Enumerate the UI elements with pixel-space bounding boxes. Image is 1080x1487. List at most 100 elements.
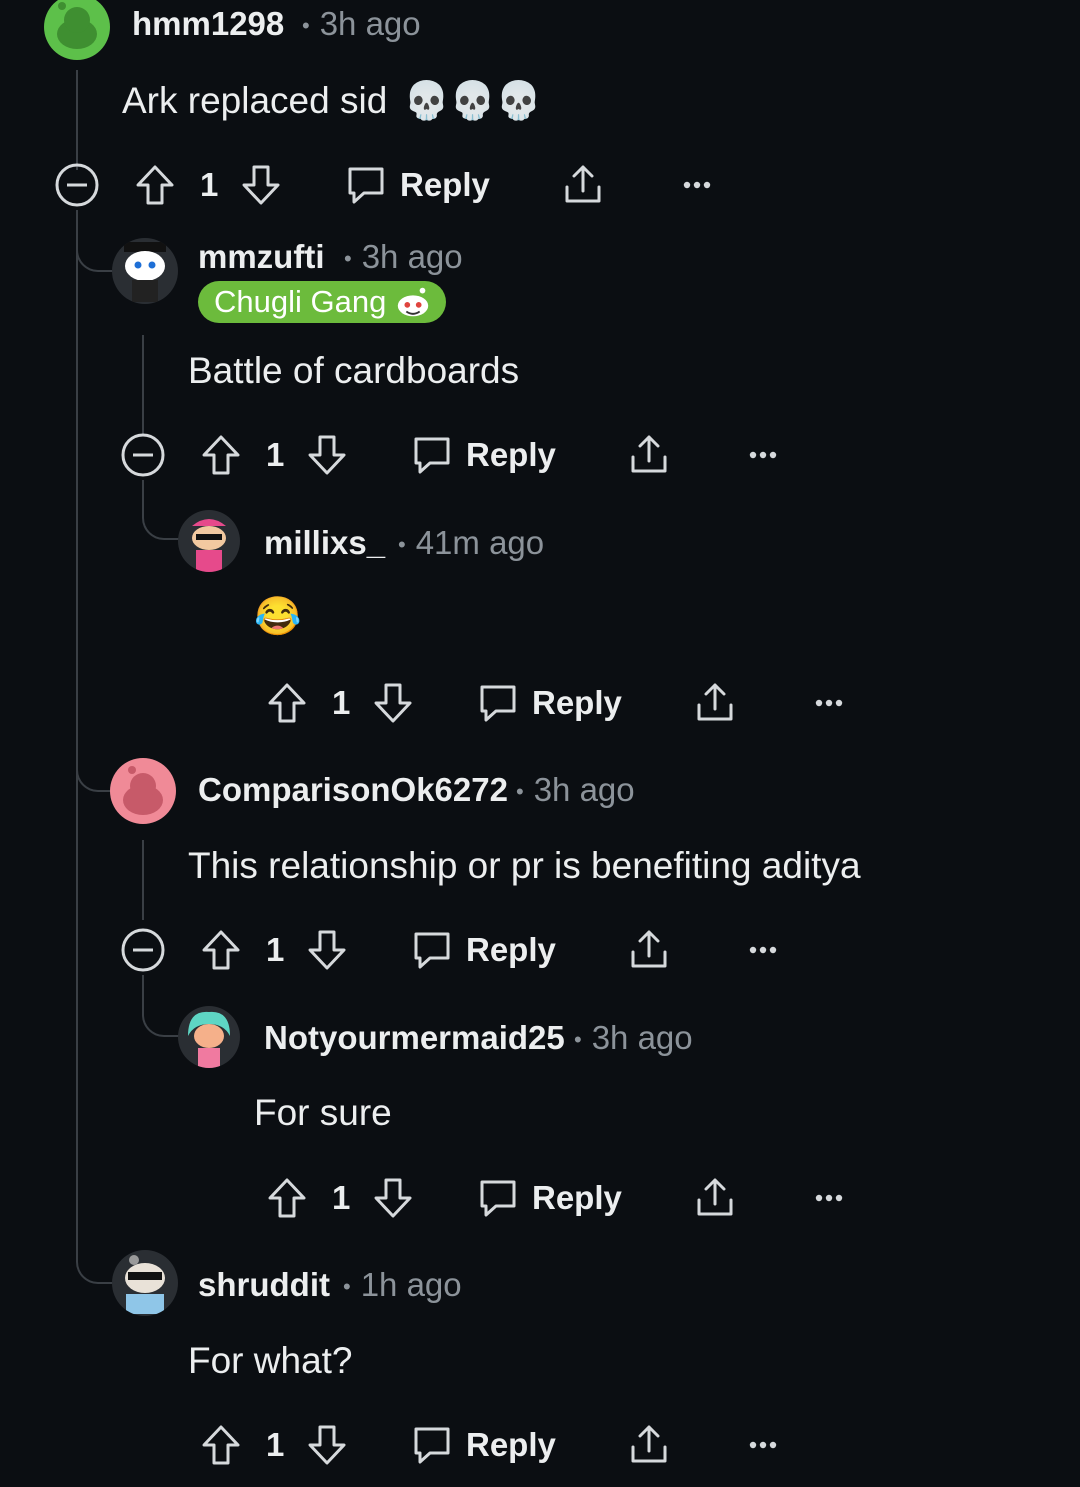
comment-timestamp: • 3h ago	[574, 1019, 693, 1057]
share-icon[interactable]	[626, 1422, 672, 1468]
comment-username[interactable]: ComparisonOk6272	[198, 771, 508, 809]
comment-body: This relationship or pr is benefiting ad…	[188, 845, 861, 886]
thread-connector	[76, 230, 114, 272]
thread-line-level1	[142, 335, 144, 435]
reply-button[interactable]: Reply	[410, 1422, 556, 1468]
avatar[interactable]	[178, 1006, 240, 1068]
comment-time: 3h ago	[319, 5, 421, 42]
more-dots-icon[interactable]	[740, 432, 786, 478]
upvote-arrow-icon[interactable]	[132, 162, 178, 208]
more-dots-icon[interactable]	[806, 1175, 852, 1221]
comment-timestamp: • 41m ago	[398, 524, 544, 562]
comment-text: Ark replaced sid	[122, 80, 388, 121]
comment-timestamp: • 3h ago	[302, 5, 421, 43]
reply-bubble-icon	[414, 932, 450, 969]
comment-time: 1h ago	[360, 1266, 462, 1303]
comment-timestamp: • 3h ago	[344, 238, 463, 276]
reply-button[interactable]: Reply	[476, 1175, 622, 1221]
downvote-arrow-icon[interactable]	[304, 1422, 350, 1468]
avatar[interactable]	[112, 238, 178, 304]
reply-label: Reply	[466, 931, 556, 968]
reply-label: Reply	[400, 166, 490, 203]
comment-actions: 1 Reply	[120, 432, 800, 482]
downvote-arrow-icon[interactable]	[304, 927, 350, 973]
thread-connector	[142, 975, 180, 1037]
meta-separator: •	[516, 779, 524, 805]
upvote-arrow-icon[interactable]	[264, 1175, 310, 1221]
comment-username[interactable]: mmzufti	[198, 238, 325, 276]
comment-body: For sure	[254, 1092, 392, 1133]
flair-text: Chugli Gang	[214, 284, 387, 319]
avatar[interactable]	[178, 510, 240, 572]
avatar[interactable]	[112, 1250, 178, 1316]
avatar[interactable]	[110, 758, 176, 824]
reply-label: Reply	[532, 684, 622, 721]
meta-separator: •	[344, 246, 352, 272]
vote-count: 1	[266, 436, 285, 473]
reply-bubble-icon	[480, 685, 516, 722]
comment-actions: 1 Reply	[120, 927, 800, 977]
downvote-arrow-icon[interactable]	[304, 432, 350, 478]
comment-time: 3h ago	[361, 238, 463, 275]
comment-body: Battle of cardboards	[188, 350, 520, 391]
thread-line-root	[76, 70, 78, 170]
thread-line-level1	[142, 840, 144, 920]
meta-separator: •	[574, 1027, 582, 1053]
upvote-arrow-icon[interactable]	[264, 680, 310, 726]
share-icon[interactable]	[560, 162, 606, 208]
collapse-minus-icon[interactable]	[54, 162, 100, 208]
comment-actions: 1 Reply	[54, 162, 734, 212]
downvote-arrow-icon[interactable]	[238, 162, 284, 208]
reply-bubble-icon	[348, 167, 384, 204]
reply-label: Reply	[466, 436, 556, 473]
upvote-arrow-icon[interactable]	[198, 1422, 244, 1468]
comment-username[interactable]: Notyourmermaid25	[264, 1019, 565, 1057]
downvote-arrow-icon[interactable]	[370, 680, 416, 726]
share-icon[interactable]	[692, 1175, 738, 1221]
comment-time: 3h ago	[533, 771, 635, 808]
snoo-icon	[398, 287, 429, 317]
comment-time: 3h ago	[591, 1019, 693, 1056]
meta-separator: •	[398, 532, 406, 558]
more-dots-icon[interactable]	[740, 1422, 786, 1468]
share-icon[interactable]	[692, 680, 738, 726]
skull-emoji: 💀💀💀	[403, 80, 542, 121]
collapse-minus-icon[interactable]	[120, 927, 166, 973]
comment-actions: 1 Reply	[186, 1175, 866, 1225]
reply-bubble-icon	[414, 437, 450, 474]
reply-button[interactable]: Reply	[410, 432, 556, 478]
more-dots-icon[interactable]	[806, 680, 852, 726]
comment-username[interactable]: millixs_	[264, 524, 385, 562]
comment-time: 41m ago	[415, 524, 545, 561]
avatar[interactable]	[44, 0, 110, 60]
share-icon[interactable]	[626, 432, 672, 478]
user-flair: Chugli Gang	[198, 281, 447, 323]
meta-separator: •	[343, 1274, 351, 1300]
reply-label: Reply	[466, 1426, 556, 1463]
reply-bubble-icon	[480, 1180, 516, 1217]
reply-button[interactable]: Reply	[410, 927, 556, 973]
vote-count: 1	[332, 1179, 351, 1216]
comment-username[interactable]: shruddit	[198, 1266, 330, 1304]
upvote-arrow-icon[interactable]	[198, 927, 244, 973]
share-icon[interactable]	[626, 927, 672, 973]
reply-button[interactable]: Reply	[344, 162, 490, 208]
comment-username[interactable]: hmm1298	[132, 5, 284, 43]
comment-timestamp: • 1h ago	[343, 1266, 462, 1304]
downvote-arrow-icon[interactable]	[370, 1175, 416, 1221]
upvote-arrow-icon[interactable]	[198, 432, 244, 478]
thread-line-root	[76, 210, 78, 1250]
meta-separator: •	[302, 13, 310, 39]
comment-body: For what?	[188, 1340, 353, 1381]
comment-actions: 1 Reply	[120, 1422, 800, 1472]
reply-button[interactable]: Reply	[476, 680, 622, 726]
more-dots-icon[interactable]	[740, 927, 786, 973]
comment-timestamp: • 3h ago	[516, 771, 635, 809]
reply-bubble-icon	[414, 1427, 450, 1464]
more-dots-icon[interactable]	[674, 162, 720, 208]
collapse-minus-icon[interactable]	[120, 432, 166, 478]
vote-count: 1	[200, 166, 219, 203]
vote-count: 1	[266, 1426, 285, 1463]
comment-body: 😂	[254, 596, 302, 638]
reply-label: Reply	[532, 1179, 622, 1216]
